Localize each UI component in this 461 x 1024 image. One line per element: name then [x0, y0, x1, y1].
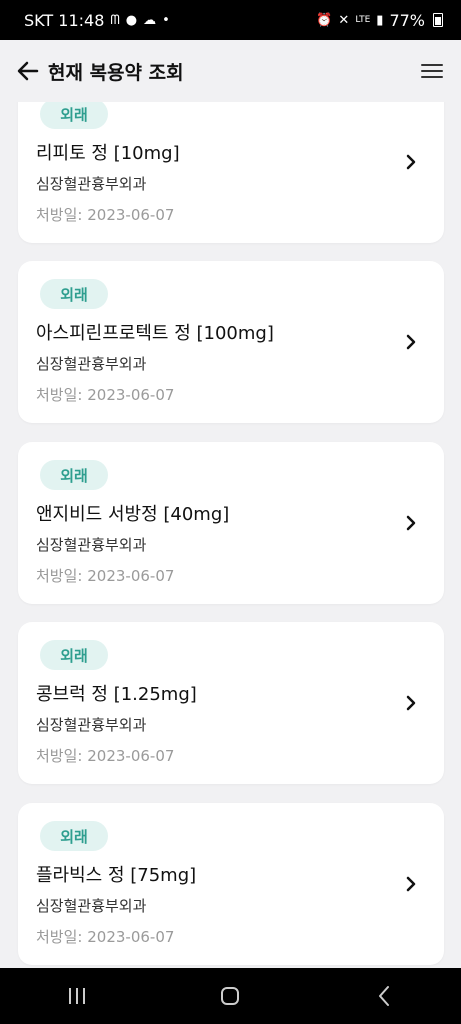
battery-percent: 77% — [389, 10, 425, 30]
drug-name: 아스피린프로텍트 정 [100mg] — [36, 323, 274, 344]
chevron-right-icon — [406, 876, 416, 892]
medication-card[interactable]: 외래 리피토 정 [10mg] 심장혈관흉부외과 처방일: 2023-06-07 — [18, 102, 444, 243]
visit-type-badge: 외래 — [40, 460, 108, 490]
date-value: 2023-06-07 — [87, 206, 175, 224]
medication-list[interactable]: 외래 리피토 정 [10mg] 심장혈관흉부외과 처방일: 2023-06-07… — [0, 102, 461, 968]
medication-card[interactable]: 외래 콩브럭 정 [1.25mg] 심장혈관흉부외과 처방일: 2023-06-… — [18, 622, 444, 784]
visit-type-badge: 외래 — [40, 821, 108, 851]
system-back-button[interactable] — [354, 976, 414, 1016]
drug-name: 콩브럭 정 [1.25mg] — [36, 684, 197, 705]
app-bar: 현재 복용약 조회 — [0, 40, 461, 102]
department: 심장혈관흉부외과 — [36, 536, 147, 554]
date-value: 2023-06-07 — [87, 567, 175, 585]
department: 심장혈관흉부외과 — [36, 897, 147, 915]
home-button[interactable] — [200, 976, 260, 1016]
recent-apps-icon — [68, 988, 85, 1004]
status-right: ⏰ ✕ LTE ▮ 77% — [316, 11, 443, 30]
visit-type-badge: 외래 — [40, 102, 108, 129]
talk-icon: ● — [125, 12, 138, 28]
prescription-date: 처방일: 2023-06-07 — [36, 384, 174, 405]
cloud-icon: ☁ — [143, 12, 157, 28]
n-icon: ᗰ — [110, 12, 120, 28]
date-value: 2023-06-07 — [87, 928, 175, 946]
mute-icon: ✕ — [338, 12, 350, 28]
lte-icon: LTE — [355, 14, 371, 25]
drug-name: 리피토 정 [10mg] — [36, 143, 180, 164]
prescription-date: 처방일: 2023-06-07 — [36, 204, 174, 225]
carrier-time: SKT 11:48 — [24, 10, 105, 30]
date-label: 처방일: — [36, 567, 88, 585]
status-left: SKT 11:48 ᗰ ● ☁ • — [24, 11, 170, 30]
prescription-date: 처방일: 2023-06-07 — [36, 565, 174, 586]
date-label: 처방일: — [36, 928, 88, 946]
chevron-right-icon — [406, 154, 416, 170]
date-value: 2023-06-07 — [87, 386, 175, 404]
hamburger-icon — [421, 64, 443, 78]
back-button[interactable] — [14, 57, 42, 85]
battery-icon — [433, 13, 443, 27]
chevron-right-icon — [406, 515, 416, 531]
home-icon — [221, 987, 240, 1005]
date-value: 2023-06-07 — [87, 747, 175, 765]
visit-type-badge: 외래 — [40, 640, 108, 670]
prescription-date: 처방일: 2023-06-07 — [36, 926, 174, 947]
date-label: 처방일: — [36, 386, 88, 404]
signal-icon: ▮ — [376, 12, 384, 28]
recent-apps-button[interactable] — [47, 976, 107, 1016]
department: 심장혈관흉부외과 — [36, 716, 147, 734]
chevron-right-icon — [406, 334, 416, 350]
alarm-icon: ⏰ — [316, 12, 333, 28]
medication-card[interactable]: 외래 플라빅스 정 [75mg] 심장혈관흉부외과 처방일: 2023-06-0… — [18, 803, 444, 965]
system-nav-bar — [0, 968, 461, 1024]
medication-card[interactable]: 외래 아스피린프로텍트 정 [100mg] 심장혈관흉부외과 처방일: 2023… — [18, 261, 444, 423]
drug-name: 플라빅스 정 [75mg] — [36, 865, 197, 886]
drug-name: 앤지비드 서방정 [40mg] — [36, 504, 230, 525]
department: 심장혈관흉부외과 — [36, 175, 147, 193]
menu-button[interactable] — [417, 57, 447, 85]
status-bar: SKT 11:48 ᗰ ● ☁ • ⏰ ✕ LTE ▮ 77% — [0, 0, 461, 40]
prescription-date: 처방일: 2023-06-07 — [36, 745, 174, 766]
department: 심장혈관흉부외과 — [36, 355, 147, 373]
chevron-right-icon — [406, 695, 416, 711]
medication-card[interactable]: 외래 앤지비드 서방정 [40mg] 심장혈관흉부외과 처방일: 2023-06… — [18, 442, 444, 604]
visit-type-badge: 외래 — [40, 279, 108, 309]
back-icon — [379, 986, 390, 1006]
dot-icon: • — [162, 12, 170, 28]
date-label: 처방일: — [36, 747, 88, 765]
page-title: 현재 복용약 조회 — [48, 61, 184, 84]
arrow-left-icon — [17, 61, 39, 81]
date-label: 처방일: — [36, 206, 88, 224]
